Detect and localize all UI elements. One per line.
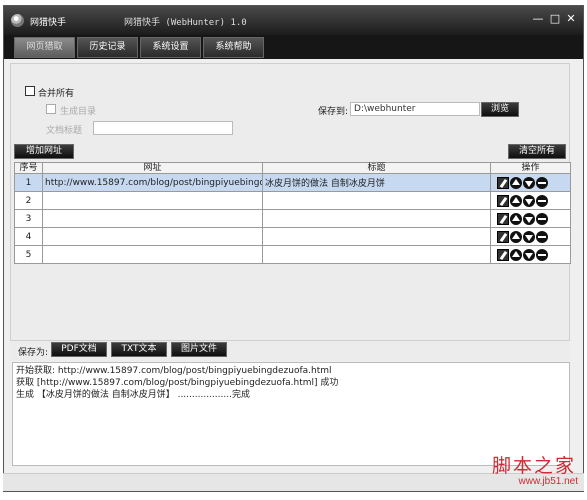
url-cell[interactable] <box>42 209 263 228</box>
save-image-button[interactable]: 图片文件 <box>171 342 227 357</box>
table-row[interactable]: 1 http://www.15897.com/blog/post/bingpiy… <box>14 173 571 192</box>
move-down-icon[interactable] <box>523 230 535 243</box>
tab-bar: 网页猎取 历史记录 系统设置 系统帮助 <box>4 35 583 59</box>
title-bar[interactable]: 网猎快手 网猎快手 (WebHunter) 1.0 — □ ✕ <box>4 6 583 35</box>
title-cell[interactable] <box>262 227 491 246</box>
merge-all-label: 合并所有 <box>38 89 75 99</box>
browse-button[interactable]: 浏览 <box>481 102 519 117</box>
column-header-no: 序号 <box>14 162 43 174</box>
move-down-icon[interactable] <box>523 194 535 207</box>
table-row[interactable]: 4 <box>14 227 571 246</box>
tab-web-capture[interactable]: 网页猎取 <box>14 37 75 58</box>
title-cell[interactable] <box>262 191 491 210</box>
column-header-title: 标题 <box>262 162 491 174</box>
log-line: 开始获取: http://www.15897.com/blog/post/bin… <box>16 366 332 376</box>
close-button[interactable]: ✕ <box>565 13 577 25</box>
table-row[interactable]: 5 <box>14 245 571 264</box>
title-cell[interactable]: 冰皮月饼的做法 自制冰皮月饼 <box>262 173 491 192</box>
url-table: 序号 网址 标题 操作 1 http://www.15897.com/blog/… <box>14 162 571 264</box>
move-up-icon[interactable] <box>510 176 522 189</box>
row-number: 4 <box>14 227 43 246</box>
tab-settings[interactable]: 系统设置 <box>140 37 201 58</box>
save-txt-button[interactable]: TXT文本 <box>111 342 167 357</box>
table-row[interactable]: 3 <box>14 209 571 228</box>
table-row[interactable]: 2 <box>14 191 571 210</box>
save-path-field[interactable]: D:\webhunter <box>350 102 480 116</box>
url-cell[interactable] <box>42 191 263 210</box>
app-name: 网猎快手 <box>30 18 67 28</box>
remove-icon[interactable] <box>536 230 548 243</box>
tab-help[interactable]: 系统帮助 <box>203 37 264 58</box>
watermark-url: www.jb51.net <box>518 476 578 487</box>
merge-all-checkbox[interactable] <box>25 86 35 96</box>
table-header-row: 序号 网址 标题 操作 <box>14 162 571 174</box>
maximize-button[interactable]: □ <box>549 13 561 25</box>
move-up-icon[interactable] <box>510 194 522 207</box>
edit-icon[interactable] <box>497 248 509 261</box>
title-cell[interactable] <box>262 209 491 228</box>
move-down-icon[interactable] <box>523 176 535 189</box>
app-logo-icon <box>11 14 24 27</box>
save-as-label: 保存为: <box>18 348 49 358</box>
gen-toc-label: 生成目录 <box>60 107 97 117</box>
move-up-icon[interactable] <box>510 230 522 243</box>
column-header-actions: 操作 <box>490 162 571 174</box>
row-number: 5 <box>14 245 43 264</box>
doc-title-field[interactable] <box>93 121 233 135</box>
remove-icon[interactable] <box>536 194 548 207</box>
title-cell[interactable] <box>262 245 491 264</box>
clear-all-button[interactable]: 清空所有 <box>508 144 566 159</box>
move-down-icon[interactable] <box>523 248 535 261</box>
edit-icon[interactable] <box>497 230 509 243</box>
row-number: 3 <box>14 209 43 228</box>
move-up-icon[interactable] <box>510 212 522 225</box>
url-cell[interactable] <box>42 245 263 264</box>
move-up-icon[interactable] <box>510 248 522 261</box>
column-header-url: 网址 <box>42 162 263 174</box>
watermark-title: 脚本之家 <box>491 455 576 477</box>
tab-history[interactable]: 历史记录 <box>77 37 138 58</box>
doc-title-label: 文档标题 <box>46 126 83 136</box>
row-number: 1 <box>14 173 43 192</box>
save-as-bar: 保存为: PDF文档 TXT文本 图片文件 <box>10 341 570 361</box>
edit-icon[interactable] <box>497 212 509 225</box>
edit-icon[interactable] <box>497 176 509 189</box>
minimize-button[interactable]: — <box>532 13 544 25</box>
remove-icon[interactable] <box>536 176 548 189</box>
add-url-button[interactable]: 增加网址 <box>14 144 74 159</box>
remove-icon[interactable] <box>536 212 548 225</box>
edit-icon[interactable] <box>497 194 509 207</box>
watermark: 脚本之家 www.jb51.net <box>468 451 582 493</box>
url-cell[interactable]: http://www.15897.com/blog/post/bingpiyue… <box>42 173 263 192</box>
save-to-label: 保存到: <box>318 107 349 117</box>
url-cell[interactable] <box>42 227 263 246</box>
save-pdf-button[interactable]: PDF文档 <box>51 342 107 357</box>
window-title: 网猎快手 (WebHunter) 1.0 <box>124 18 247 28</box>
log-line: 生成 【冰皮月饼的做法 自制冰皮月饼】 ...................完… <box>16 390 250 400</box>
gen-toc-checkbox[interactable] <box>46 104 56 114</box>
row-number: 2 <box>14 191 43 210</box>
log-line: 获取 [http://www.15897.com/blog/post/bingp… <box>16 378 339 388</box>
move-down-icon[interactable] <box>523 212 535 225</box>
remove-icon[interactable] <box>536 248 548 261</box>
